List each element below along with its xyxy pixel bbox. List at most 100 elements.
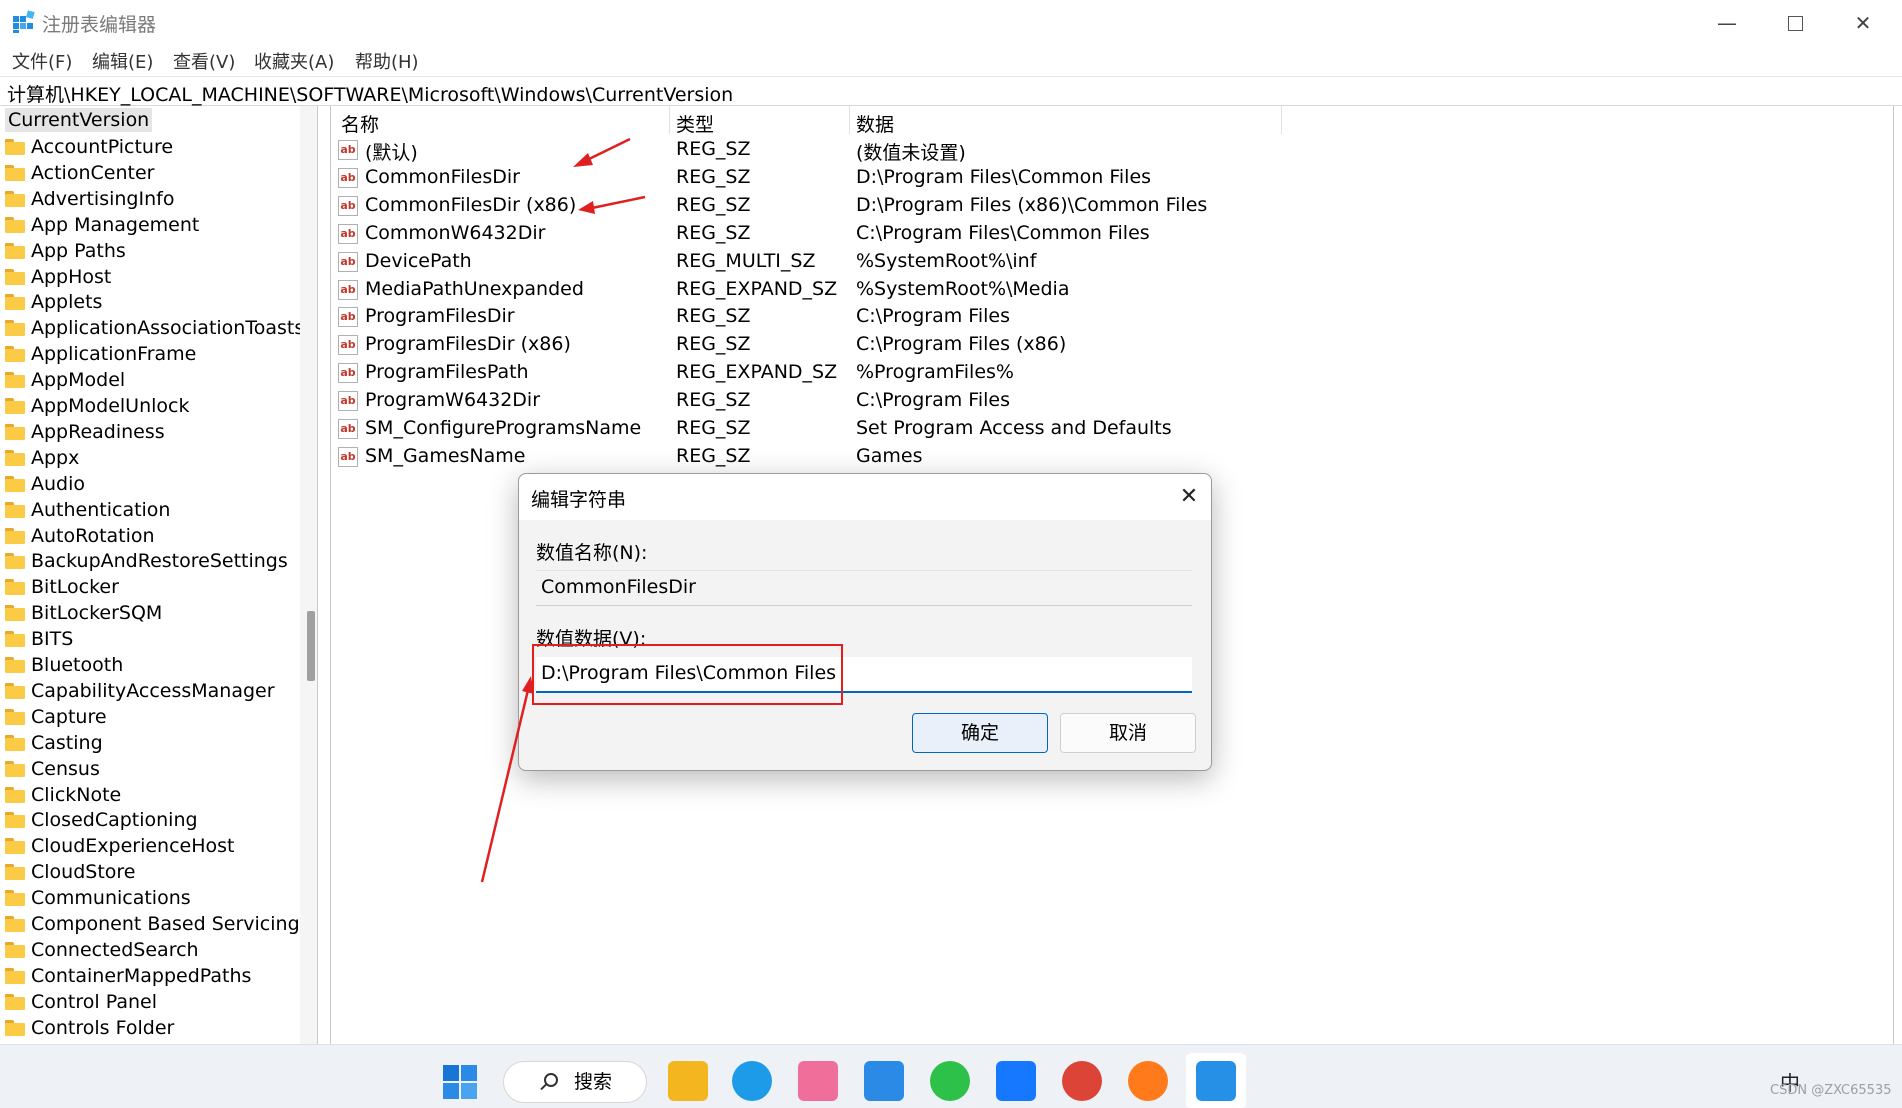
- start-button[interactable]: [443, 1065, 477, 1099]
- column-header-name[interactable]: 名称: [341, 110, 379, 137]
- column-divider[interactable]: [1281, 106, 1282, 134]
- tree-item[interactable]: Applets: [5, 289, 102, 315]
- list-row[interactable]: ab SM_GamesName REG_SZ Games: [331, 443, 1231, 471]
- edge-icon[interactable]: [732, 1061, 772, 1101]
- tree-item[interactable]: AppReadiness: [5, 419, 165, 445]
- tree-item[interactable]: ClosedCaptioning: [5, 807, 198, 833]
- tree-item[interactable]: Capture: [5, 704, 107, 730]
- tree-item[interactable]: Communications: [5, 885, 191, 911]
- tree-item[interactable]: ContainerMappedPaths: [5, 963, 251, 989]
- tree-item[interactable]: Audio: [5, 471, 85, 497]
- registry-editor-taskbar-icon[interactable]: [1196, 1061, 1236, 1101]
- tree-item-label: Controls Folder: [31, 1016, 175, 1039]
- tree-item[interactable]: AccountPicture: [5, 134, 173, 160]
- tree-item[interactable]: CloudStore: [5, 859, 136, 885]
- string-value-icon: ab: [338, 335, 358, 356]
- dingtalk-icon[interactable]: [996, 1061, 1036, 1101]
- tree-item[interactable]: App Paths: [5, 238, 126, 264]
- tree-item-label: BitLocker: [31, 576, 119, 599]
- tree-item[interactable]: BITS: [5, 626, 73, 652]
- tree-item-selected[interactable]: CurrentVersion: [5, 108, 153, 132]
- tree-item[interactable]: BackupAndRestoreSettings: [5, 548, 288, 574]
- key-tree[interactable]: CurrentVersion AccountPicture ActionCente…: [0, 106, 318, 1044]
- tree-scrollbar[interactable]: [300, 106, 317, 1044]
- maximize-button[interactable]: [1770, 6, 1820, 40]
- column-divider[interactable]: [849, 106, 850, 134]
- cell-data: Games: [856, 444, 923, 467]
- tree-item[interactable]: ApplicationFrame: [5, 341, 196, 367]
- ok-button[interactable]: 确定: [912, 713, 1048, 753]
- cell-name: ProgramFilesDir: [365, 305, 515, 328]
- list-row[interactable]: ab ProgramFilesPath REG_EXPAND_SZ %ProgramF…: [331, 359, 1231, 387]
- list-row[interactable]: ab SM_ConfigureProgramsName REG_SZ Set Prog…: [331, 415, 1231, 443]
- tree-item[interactable]: ClickNote: [5, 782, 121, 808]
- tree-item[interactable]: BitLockerSQM: [5, 600, 162, 626]
- tree-item[interactable]: Census: [5, 756, 100, 782]
- cell-data: Set Program Access and Defaults: [856, 417, 1172, 439]
- cell-type: REG_SZ: [676, 333, 751, 356]
- address-bar[interactable]: 计算机\HKEY_LOCAL_MACHINE\SOFTWARE\Microsof…: [0, 76, 1902, 106]
- list-row[interactable]: ab (默认) REG_SZ (数值未设置): [331, 136, 1231, 164]
- tree-item[interactable]: Bluetooth: [5, 652, 123, 678]
- tree-item[interactable]: AppModelUnlock: [5, 393, 189, 419]
- menu-favorites[interactable]: 收藏夹(A): [254, 48, 334, 74]
- tree-scrollbar-thumb[interactable]: [307, 611, 315, 681]
- column-divider[interactable]: [669, 106, 670, 134]
- tree-item[interactable]: AppHost: [5, 264, 111, 290]
- tree-item[interactable]: AdvertisingInfo: [5, 186, 174, 212]
- folder-icon: [5, 916, 25, 932]
- list-row[interactable]: ab CommonFilesDir REG_SZ D:\Program Files\C…: [331, 164, 1231, 192]
- address-path[interactable]: 计算机\HKEY_LOCAL_MACHINE\SOFTWARE\Microsof…: [7, 80, 733, 107]
- tree-item[interactable]: App Management: [5, 212, 199, 238]
- list-row[interactable]: ab ProgramFilesDir (x86) REG_SZ C:\Program …: [331, 331, 1231, 359]
- app-icon[interactable]: [1128, 1061, 1168, 1101]
- tree-item[interactable]: Authentication: [5, 497, 170, 523]
- tree-item[interactable]: ConnectedSearch: [5, 937, 199, 963]
- cell-data: C:\Program Files: [856, 305, 1010, 328]
- list-row[interactable]: ab MediaPathUnexpanded REG_EXPAND_SZ %Syste…: [331, 276, 1231, 304]
- menu-file[interactable]: 文件(F): [12, 48, 72, 74]
- bilibili-icon[interactable]: [798, 1061, 838, 1101]
- chrome-icon[interactable]: [1062, 1061, 1102, 1101]
- messaging-app-icon[interactable]: [864, 1061, 904, 1101]
- column-header-type[interactable]: 类型: [676, 110, 714, 137]
- list-row[interactable]: ab ProgramFilesDir REG_SZ C:\Program Files: [331, 303, 1231, 331]
- tree-item[interactable]: Appx: [5, 445, 79, 471]
- tree-item[interactable]: Control Panel: [5, 989, 157, 1015]
- file-explorer-icon[interactable]: [668, 1061, 708, 1101]
- taskbar-search[interactable]: 搜索: [503, 1061, 647, 1103]
- cell-type: REG_SZ: [676, 221, 751, 244]
- tree-item-label: App Management: [31, 213, 200, 236]
- list-row[interactable]: ab CommonW6432Dir REG_SZ C:\Program Files\C…: [331, 220, 1231, 248]
- list-row[interactable]: ab CommonFilesDir (x86) REG_SZ D:\Program F…: [331, 192, 1231, 220]
- cell-data: C:\Program Files (x86): [856, 333, 1067, 356]
- tree-item[interactable]: BitLocker: [5, 574, 119, 600]
- tree-item[interactable]: ActionCenter: [5, 160, 154, 186]
- string-value-icon: ab: [338, 223, 358, 244]
- list-row[interactable]: ab ProgramW6432Dir REG_SZ C:\Program Files: [331, 387, 1231, 415]
- folder-icon: [5, 967, 25, 984]
- tree-item[interactable]: AutoRotation: [5, 523, 155, 549]
- list-row[interactable]: ab DevicePath REG_MULTI_SZ %SystemRoot%\inf: [331, 248, 1231, 276]
- menu-help[interactable]: 帮助(H): [355, 48, 419, 74]
- tree-item-label: Authentication: [31, 498, 171, 521]
- dialog-close-button[interactable]: ✕: [1175, 483, 1203, 511]
- value-data-input[interactable]: D:\Program Files\Common Files: [536, 657, 1192, 693]
- minimize-button[interactable]: —: [1702, 6, 1752, 40]
- column-header-data[interactable]: 数据: [856, 110, 894, 137]
- menu-edit[interactable]: 编辑(E): [92, 48, 153, 74]
- menu-view[interactable]: 查看(V): [173, 48, 235, 74]
- folder-icon: [5, 605, 25, 622]
- tree-item[interactable]: Component Based Servicing: [5, 911, 300, 937]
- wechat-icon[interactable]: [930, 1061, 970, 1101]
- cell-type: REG_SZ: [676, 138, 751, 160]
- close-button[interactable]: ✕: [1838, 6, 1888, 40]
- tree-item[interactable]: ApplicationAssociationToasts: [5, 315, 304, 341]
- folder-icon: [5, 372, 25, 389]
- tree-item[interactable]: Controls Folder: [5, 1015, 174, 1041]
- cancel-button[interactable]: 取消: [1060, 713, 1196, 753]
- tree-item[interactable]: AppModel: [5, 367, 125, 393]
- tree-item[interactable]: Casting: [5, 730, 103, 756]
- tree-item[interactable]: CloudExperienceHost: [5, 833, 235, 859]
- tree-item[interactable]: CapabilityAccessManager: [5, 678, 275, 704]
